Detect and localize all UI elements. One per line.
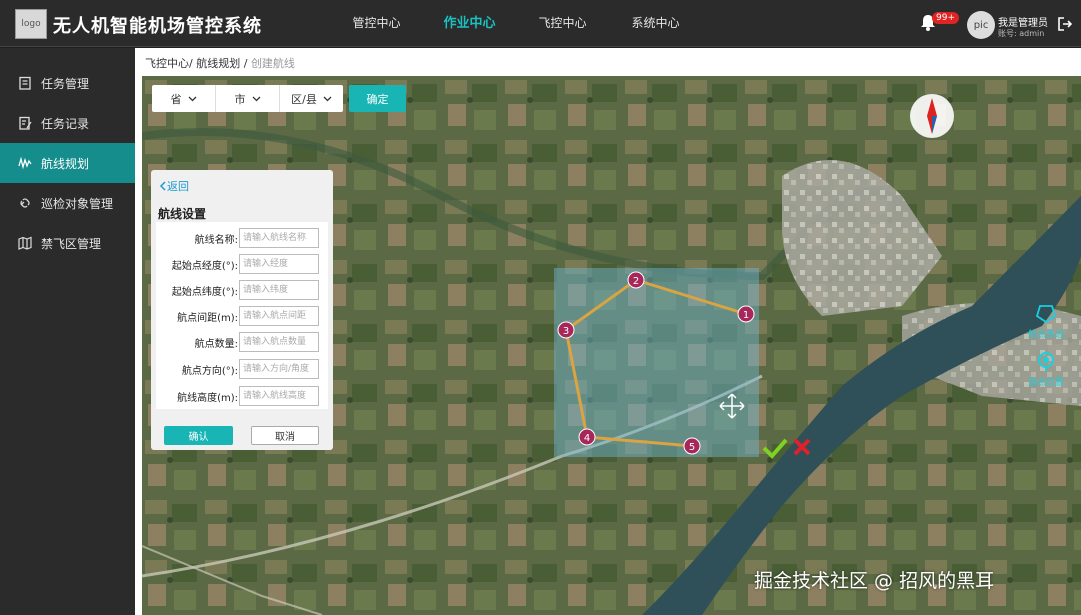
waypoint-3[interactable]: 3 <box>557 321 575 339</box>
select-location-tool[interactable]: 选点位置 <box>1022 350 1070 388</box>
region-selector: 省 市 区/县 <box>152 85 343 112</box>
location-pin-icon <box>1038 352 1054 371</box>
waypoint-spacing-input[interactable] <box>239 306 319 326</box>
form-row-waypoint-count: 航点数量: <box>156 332 328 352</box>
chevron-down-icon <box>188 96 196 101</box>
province-select-value: 省 <box>170 92 182 106</box>
user-account: 账号: admin <box>998 29 1045 38</box>
breadcrumb-flight-control[interactable]: 飞控中心 <box>145 57 189 70</box>
edit-document-icon <box>19 116 32 130</box>
form-row-start-longitude: 起始点经度(°): <box>156 254 328 274</box>
sidebar-item-label: 航线规划 <box>41 156 90 171</box>
route-altitude-input[interactable] <box>239 386 319 406</box>
nav-item-flight-control-center[interactable]: 飞控中心 <box>516 0 609 47</box>
start-longitude-input[interactable] <box>239 254 319 274</box>
sidebar-item-label: 禁飞区管理 <box>41 236 102 251</box>
route-settings-panel: 返回 航线设置 航线名称: 起始点经度(°): 起始点纬度(°): 航点间距(m… <box>151 170 333 450</box>
breadcrumb: 飞控中心/ 航线规划 / 创建航线 <box>145 55 295 71</box>
sidebar-item-no-fly-zone[interactable]: 禁飞区管理 <box>0 223 135 263</box>
route-name-input[interactable] <box>239 228 319 248</box>
city-select[interactable]: 市 <box>216 85 280 112</box>
waypoint-polygon-label: 航点多边 <box>1027 330 1064 340</box>
logo: logo <box>15 9 47 39</box>
select-location-label: 选点位置 <box>1027 378 1064 388</box>
svg-text:3: 3 <box>563 326 569 337</box>
start-latitude-label: 起始点纬度(°): <box>171 287 238 298</box>
waypoint-4[interactable]: 4 <box>578 428 596 446</box>
map-icon <box>18 236 32 250</box>
city-select-value: 市 <box>234 92 246 106</box>
watermark: 掘金技术社区 @ 招风的黑耳 <box>754 570 995 592</box>
link-icon <box>20 198 30 208</box>
province-select[interactable]: 省 <box>152 85 216 112</box>
start-longitude-label: 起始点经度(°): <box>171 261 238 272</box>
breadcrumb-separator: / <box>243 57 248 70</box>
form-row-waypoint-spacing: 航点间距(m): <box>156 306 328 326</box>
svg-text:5: 5 <box>689 442 695 453</box>
waypoint-direction-input[interactable] <box>239 359 319 379</box>
form-row-route-name: 航线名称: <box>156 228 328 248</box>
svg-text:4: 4 <box>584 433 590 444</box>
waypoint-5[interactable]: 5 <box>683 437 701 455</box>
start-latitude-input[interactable] <box>239 280 319 300</box>
chevron-down-icon <box>252 96 260 101</box>
sidebar-item-route-planning[interactable]: 航线规划 <box>0 143 135 183</box>
svg-text:2: 2 <box>633 276 639 287</box>
route-line <box>564 278 747 448</box>
back-label: 返回 <box>167 180 189 193</box>
sidebar-item-inspection-objects[interactable]: 巡检对象管理 <box>0 183 135 223</box>
district-select[interactable]: 区/县 <box>280 85 343 112</box>
top-nav: 管控中心 作业中心 飞控中心 系统中心 <box>330 0 702 47</box>
back-button[interactable]: 返回 <box>159 178 189 194</box>
svg-text:1: 1 <box>743 310 749 321</box>
check-icon[interactable] <box>762 438 788 459</box>
form-row-start-latitude: 起始点纬度(°): <box>156 280 328 300</box>
panel-title: 航线设置 <box>158 207 207 221</box>
clipboard-icon <box>19 76 31 90</box>
sidebar-item-label: 任务管理 <box>41 76 90 91</box>
nav-item-operation-center[interactable]: 作业中心 <box>423 0 516 47</box>
top-header: logo 无人机智能机场管控系统 管控中心 作业中心 飞控中心 系统中心 99+… <box>0 0 1081 47</box>
main-content: 飞控中心/ 航线规划 / 创建航线 1 2 3 4 5 省 市 区/县 确定 返… <box>135 48 1081 615</box>
notification-badge: 99+ <box>932 12 959 24</box>
route-settings-form: 航线名称: 起始点经度(°): 起始点纬度(°): 航点间距(m): 航点数量: <box>156 222 328 409</box>
route-altitude-label: 航线高度(m): <box>177 393 238 404</box>
waypoint-1[interactable]: 1 <box>737 305 755 323</box>
breadcrumb-separator: / <box>189 57 193 70</box>
waypoint-direction-label: 航点方向(°): <box>181 366 238 377</box>
route-icon <box>18 156 32 170</box>
sidebar-item-label: 巡检对象管理 <box>41 196 114 211</box>
breadcrumb-current: 创建航线 <box>250 57 295 70</box>
chevron-left-icon <box>159 181 166 191</box>
user-name: 我是管理员 <box>998 18 1048 29</box>
logout-icon[interactable] <box>1058 17 1072 31</box>
nav-item-control-center[interactable]: 管控中心 <box>330 0 423 47</box>
app-title: 无人机智能机场管控系统 <box>53 16 262 37</box>
waypoint-count-label: 航点数量: <box>194 339 238 350</box>
route-name-label: 航线名称: <box>194 235 238 246</box>
chevron-down-icon <box>323 96 332 101</box>
avatar[interactable]: pic <box>967 11 995 39</box>
satellite-map[interactable]: 1 2 3 4 5 省 市 区/县 确定 返回 航线设置 航线名称: 请输入航线… <box>142 76 1081 615</box>
district-select-value: 区/县 <box>291 92 317 106</box>
sidebar-item-task-records[interactable]: 任务记录 <box>0 103 135 143</box>
form-row-waypoint-direction: 航点方向(°): <box>156 359 328 379</box>
cancel-button[interactable]: 取消 <box>251 426 319 445</box>
sidebar-item-task-management[interactable]: 任务管理 <box>0 63 135 103</box>
form-row-route-altitude: 航线高度(m): <box>156 386 328 406</box>
sidebar-item-label: 任务记录 <box>41 116 90 131</box>
waypoint-polygon-tool[interactable]: 航点多边 <box>1022 304 1070 340</box>
sidebar: 任务管理 任务记录 航线规划 巡检对象管理 禁飞区管理 <box>0 48 135 615</box>
close-icon[interactable] <box>793 438 811 456</box>
nav-item-system-center[interactable]: 系统中心 <box>609 0 702 47</box>
confirm-button[interactable]: 确认 <box>164 426 233 445</box>
breadcrumb-route-planning[interactable]: 航线规划 <box>196 57 240 70</box>
waypoint-count-input[interactable] <box>239 332 319 352</box>
move-handle-icon[interactable] <box>719 393 745 419</box>
waypoint-2[interactable]: 2 <box>627 271 645 289</box>
polygon-icon <box>1035 305 1057 324</box>
region-confirm-button[interactable]: 确定 <box>349 85 406 112</box>
waypoint-spacing-label: 航点间距(m): <box>177 313 238 324</box>
